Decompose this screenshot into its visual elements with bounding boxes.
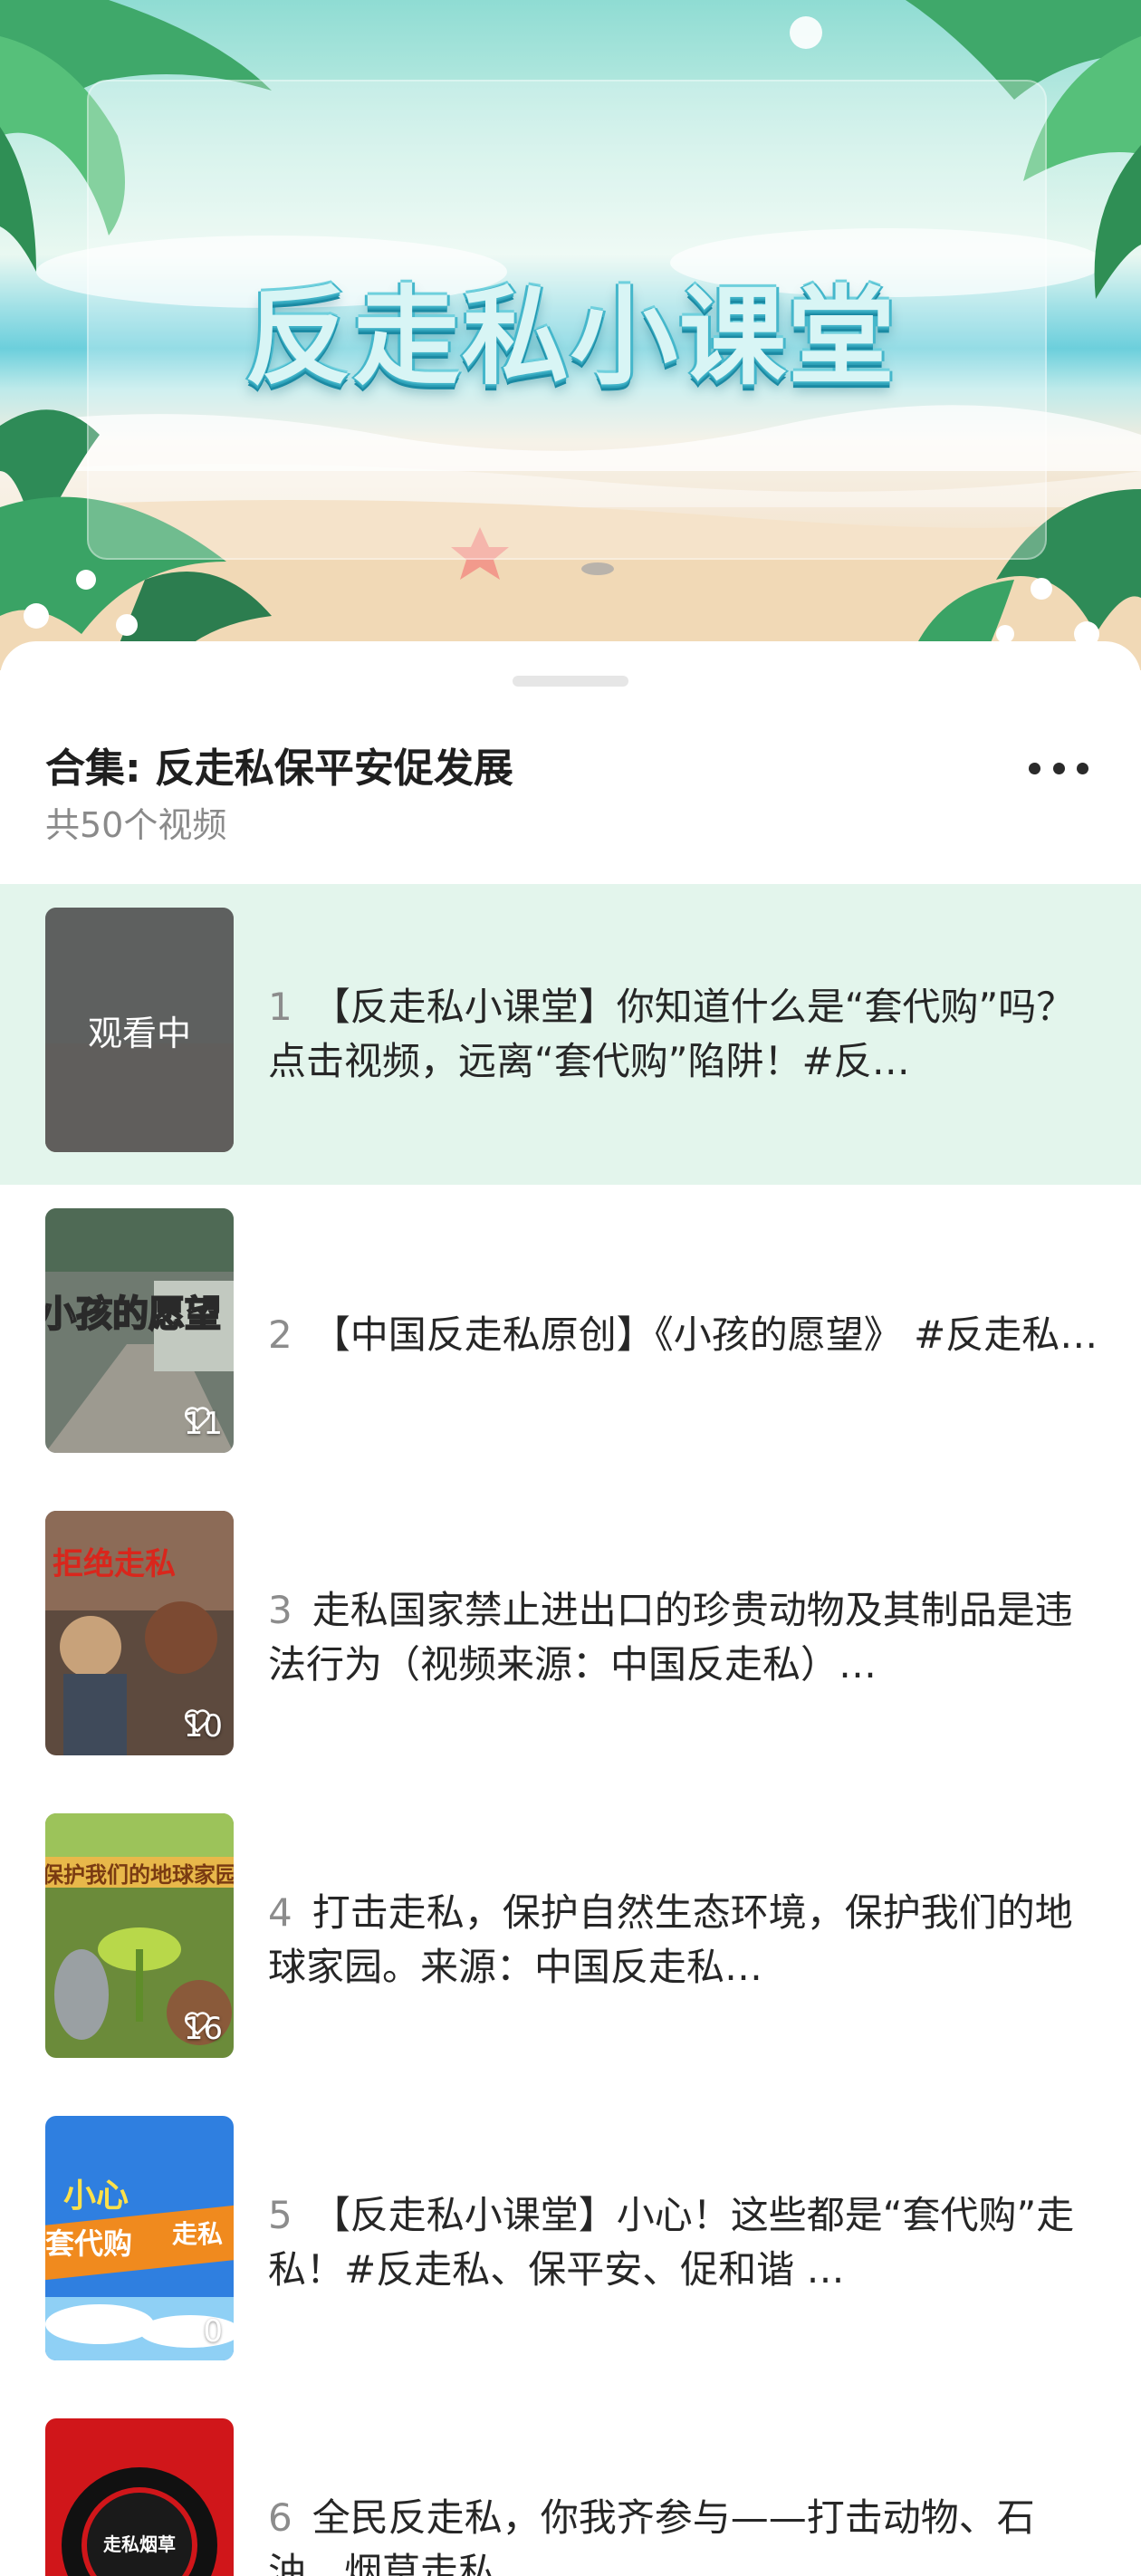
playlist-title: 合集: 反走私保平安促发展: [45, 745, 513, 792]
now-watching-label: 观看中: [45, 908, 234, 1152]
heart-icon: [184, 1407, 210, 1431]
video-title: 4 打击走私，保护自然生态环境，保护我们的地球家园。来源：中国反走私…: [268, 1890, 1073, 1989]
thumb-caption: 保护我们的地球家园: [45, 1862, 234, 1888]
list-item-3[interactable]: 拒绝走私 10 3 走私国家禁止进出口的珍贵动物及其制品是违法行为（视频来源：中国…: [0, 1487, 1141, 1788]
thumb-caption: 走私: [172, 2219, 223, 2249]
thumb-caption: 走私烟草: [103, 2533, 176, 2555]
video-thumbnail: 小心 套代购 走私 0: [45, 2116, 234, 2360]
like-count: 11: [183, 1406, 223, 1442]
more-options-button[interactable]: [1029, 750, 1088, 786]
list-item-4[interactable]: 保护我们的地球家园 16 4 打击走私，保护自然生态环境，保护我们的地球家园。来源…: [0, 1790, 1141, 2091]
thumb-caption: 套代购: [45, 2226, 132, 2261]
like-count: 16: [183, 2011, 223, 2047]
playlist-video-count: 共50个视频: [45, 805, 227, 845]
video-banner[interactable]: 反走私小课堂: [0, 0, 1141, 670]
video-index: 6: [268, 2495, 292, 2540]
sheet-drag-handle[interactable]: [513, 676, 628, 687]
video-index: 2: [268, 1312, 292, 1357]
video-thumbnail: 拒绝走私 10: [45, 1511, 234, 1755]
video-thumbnail: 小孩的愿望 11: [45, 1208, 234, 1453]
banner-title: 反走私小课堂: [244, 274, 896, 399]
video-title: 6 全民反走私，你我齐参与——打击动物、石油、烟草走私: [268, 2495, 1035, 2576]
list-item-5[interactable]: 小心 套代购 走私 0 5 【反走私小课堂】小心！这些都是“套代购”走私！#反走私…: [0, 2092, 1141, 2393]
video-title: 5 【反走私小课堂】小心！这些都是“套代购”走私！#反走私、保平安、促和谐 …: [268, 2193, 1075, 2292]
video-index: 1: [268, 985, 292, 1029]
list-item-2[interactable]: 小孩的愿望 11 2 【中国反走私原创】《小孩的愿望》 #反走私…: [0, 1185, 1141, 1485]
list-item-1[interactable]: 观看中 1 【反走私小课堂】你知道什么是“套代购”吗？点击视频，远离“套代购”陷阱…: [0, 884, 1141, 1185]
video-thumbnail: 走私烟草: [45, 2418, 234, 2576]
video-thumbnail: 观看中: [45, 908, 234, 1152]
thumb-caption: 小心: [63, 2177, 129, 2215]
video-index: 5: [268, 2193, 292, 2237]
heart-icon: [184, 1709, 210, 1734]
video-thumbnail: 保护我们的地球家园 16: [45, 1813, 234, 2058]
thumb-caption: 拒绝走私: [53, 1546, 176, 1582]
more-horizontal-icon: [1029, 762, 1040, 774]
video-title: 3 走私国家禁止进出口的珍贵动物及其制品是违法行为（视频来源：中国反走私）…: [268, 1588, 1073, 1687]
playlist-sheet: 合集: 反走私保平安促发展 共50个视频 观看中 1 【反走私小课堂】你知道什么是…: [0, 641, 1141, 2576]
video-index: 3: [268, 1588, 292, 1632]
video-index: 4: [268, 1890, 292, 1935]
list-item-6[interactable]: 走私烟草 6 全民反走私，你我齐参与——打击动物、石油、烟草走私: [0, 2395, 1141, 2576]
like-count: 10: [183, 1708, 223, 1745]
video-title: 1 【反走私小课堂】你知道什么是“套代购”吗？点击视频，远离“套代购”陷阱！#反…: [268, 985, 1075, 1083]
like-count: 0: [203, 2313, 223, 2350]
thumb-caption: 小孩的愿望: [45, 1293, 221, 1335]
heart-icon: [184, 2012, 210, 2036]
video-title: 2 【中国反走私原创】《小孩的愿望》 #反走私…: [268, 1312, 1098, 1357]
